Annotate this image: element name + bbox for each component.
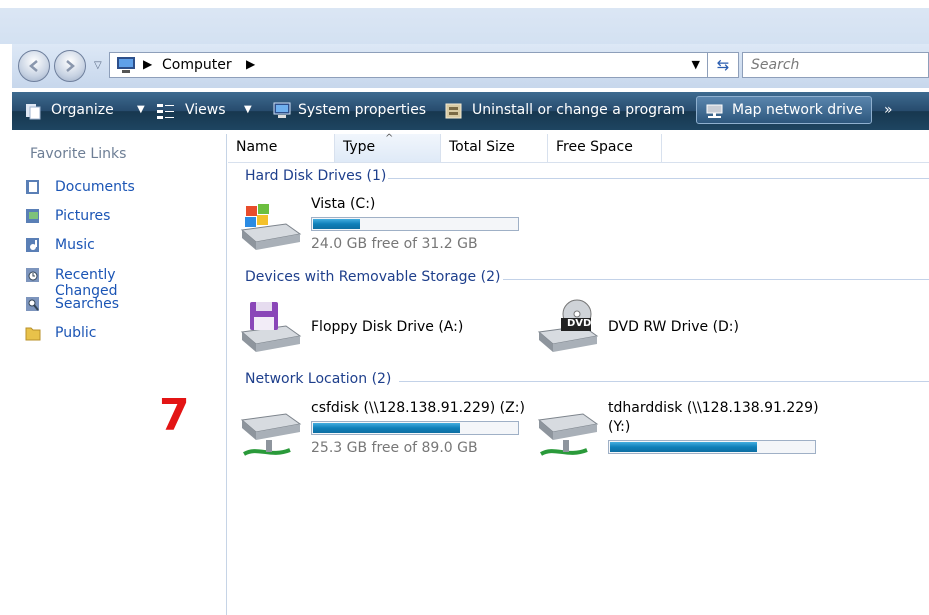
column-type[interactable]: Type ^ — [335, 133, 441, 162]
drive-usage-fill — [313, 423, 460, 433]
back-button[interactable] — [18, 50, 50, 82]
network-drive-icon — [240, 413, 302, 456]
window-top-band — [0, 0, 929, 44]
column-total-size[interactable]: Total Size — [441, 134, 548, 162]
group-removable-storage[interactable]: Devices with Removable Storage (2) — [245, 269, 929, 289]
chevron-down-icon: ▼ — [244, 104, 252, 115]
drive-free-space: 24.0 GB free of 31.2 GB — [311, 236, 478, 252]
drive-usage-fill — [610, 442, 757, 452]
search-input[interactable]: Search — [742, 52, 929, 78]
navigation-pane: Favorite Links Documents Pictures Music … — [17, 134, 227, 615]
column-headers: Name Type ^ Total Size Free Space — [228, 133, 929, 163]
pictures-folder-icon — [26, 209, 39, 223]
drive-usage-bar — [311, 217, 519, 231]
recently-changed-icon — [26, 268, 39, 282]
drive-label: csfdisk (\\128.138.91.229) (Z:) — [311, 400, 525, 416]
organize-icon — [26, 104, 41, 120]
uninstall-program-icon — [445, 103, 462, 119]
system-properties-icon — [273, 102, 291, 118]
drive-label-line1: tdharddisk (\\128.138.91.229) — [608, 400, 819, 416]
computer-icon — [117, 57, 135, 73]
command-toolbar: Organize ▼ Views ▼ System properties Uni… — [12, 92, 929, 130]
back-arrow-icon — [29, 60, 38, 72]
address-bar[interactable]: ▶ Computer ▶ ▼ — [109, 52, 709, 78]
public-folder-icon — [25, 327, 41, 341]
breadcrumb-separator[interactable]: ▶ — [143, 57, 152, 71]
breadcrumb-computer[interactable]: Computer — [162, 57, 232, 73]
drive-network-z[interactable]: csfdisk (\\128.138.91.229) (Z:) 25.3 GB … — [238, 398, 528, 462]
floppy-drive-icon — [240, 302, 302, 352]
organize-button[interactable]: Organize ▼ — [24, 92, 152, 130]
address-dropdown-icon[interactable]: ▼ — [692, 58, 700, 71]
system-properties-button[interactable]: System properties — [272, 92, 430, 130]
drive-usage-bar — [608, 440, 816, 454]
chevron-down-icon: ▼ — [137, 104, 145, 115]
column-name[interactable]: Name — [228, 134, 335, 162]
more-commands-button[interactable]: » — [884, 92, 904, 130]
drive-network-y[interactable]: tdharddisk (\\128.138.91.229) (Y:) — [535, 398, 835, 462]
music-folder-icon — [26, 238, 39, 252]
uninstall-program-button[interactable]: Uninstall or change a program — [444, 92, 690, 130]
group-divider — [503, 279, 929, 280]
recent-pages-dropdown[interactable]: ▽ — [94, 60, 102, 71]
favorite-links-heading: Favorite Links — [30, 146, 127, 162]
column-free-space[interactable]: Free Space — [548, 134, 662, 162]
navigation-bar: ▽ ▶ Computer ▶ ▼ ⇆ Search — [12, 44, 929, 88]
drive-usage-fill — [313, 219, 360, 229]
drive-usage-bar — [311, 421, 519, 435]
drive-label: Floppy Disk Drive (A:) — [311, 319, 464, 335]
hard-drive-windows-icon — [240, 204, 302, 250]
annotation-number: 7 — [159, 390, 190, 441]
documents-folder-icon — [26, 180, 39, 194]
dvd-badge: DVD — [567, 318, 592, 329]
drive-label: Vista (C:) — [311, 196, 376, 212]
drive-label-line2: (Y:) — [608, 419, 631, 435]
network-drive-icon — [537, 413, 599, 456]
group-hard-disk-drives[interactable]: Hard Disk Drives (1) — [245, 168, 929, 188]
map-network-drive-button[interactable]: Map network drive — [696, 96, 872, 124]
group-divider — [399, 381, 929, 382]
refresh-button[interactable]: ⇆ — [707, 52, 739, 78]
drive-free-space: 25.3 GB free of 89.0 GB — [311, 440, 478, 456]
drive-label: DVD RW Drive (D:) — [608, 319, 739, 335]
breadcrumb-separator[interactable]: ▶ — [246, 57, 255, 71]
drive-vista-c[interactable]: Vista (C:) 24.0 GB free of 31.2 GB — [238, 194, 528, 256]
drive-floppy-a[interactable]: Floppy Disk Drive (A:) — [238, 296, 478, 358]
drive-dvd-d[interactable]: DVD DVD RW Drive (D:) — [535, 296, 775, 358]
searches-icon — [26, 297, 39, 311]
forward-arrow-icon — [66, 60, 75, 72]
forward-button[interactable] — [54, 50, 86, 82]
sort-ascending-icon: ^ — [385, 133, 394, 144]
network-drive-icon — [706, 104, 723, 118]
views-button[interactable]: Views ▼ — [156, 92, 268, 130]
group-network-location[interactable]: Network Location (2) — [245, 371, 929, 391]
views-icon — [157, 104, 174, 119]
refresh-icon: ⇆ — [716, 56, 730, 74]
group-divider — [388, 178, 929, 179]
